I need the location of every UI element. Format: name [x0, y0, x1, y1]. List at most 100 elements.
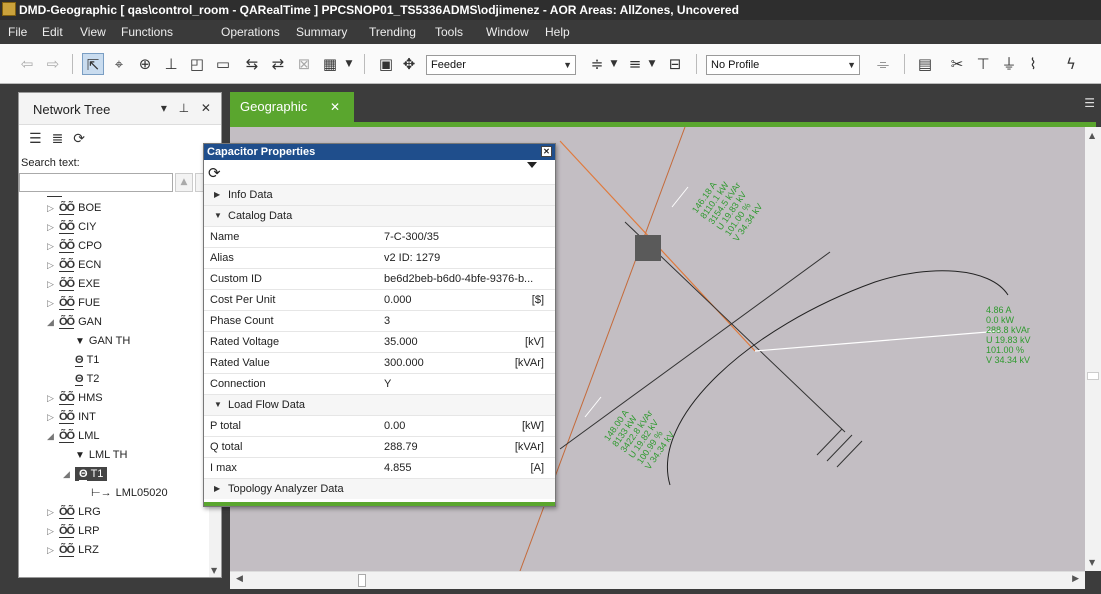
tab-menu-icon[interactable]: ☰ — [1084, 96, 1095, 110]
clear-trace-icon[interactable]: ⊠ — [293, 53, 315, 75]
tree-item[interactable]: ▼ GAN TH — [75, 332, 130, 350]
window-icon[interactable]: ▣ — [376, 53, 396, 75]
earth-icon[interactable]: ⏚ — [998, 53, 1020, 75]
pan-arrows-icon[interactable]: ✥ — [398, 53, 420, 75]
property-row[interactable]: Name 7-C-300/35 — [204, 226, 555, 247]
canvas-vertical-scrollbar[interactable]: ▲ ▼ — [1085, 127, 1101, 571]
fault-icon[interactable]: ϟ — [1060, 53, 1082, 75]
section-topology-analyzer-data[interactable]: ▶ Topology Analyzer Data — [204, 478, 555, 499]
close-icon[interactable]: ✕ — [330, 92, 340, 122]
scroll-down-icon[interactable]: ▼ — [211, 566, 217, 575]
back-arrow-icon[interactable]: ⇦ — [18, 53, 36, 75]
capacitor-symbol[interactable] — [635, 235, 661, 261]
ground-icon[interactable]: ⊤ — [972, 53, 994, 75]
measure-icon[interactable]: ⊥ — [160, 53, 182, 75]
tree-item[interactable]: ▷ ÕÕ CPO — [47, 237, 102, 255]
tree-item[interactable]: ▼ LML TH — [75, 446, 127, 464]
tree-item[interactable]: Θ T2 — [75, 370, 99, 388]
tree-item-selected[interactable]: ◢ Θ T1 — [63, 465, 108, 483]
filter-icon[interactable]: ⌯ — [872, 53, 894, 75]
zoom-icon[interactable]: ⊕ — [134, 53, 156, 75]
switch-symbol-icon[interactable]: ≑ — [586, 53, 608, 75]
menu-window[interactable]: Window — [486, 25, 529, 39]
canvas-horizontal-scrollbar[interactable]: ◀ ▶ — [230, 571, 1085, 589]
layers-icon[interactable]: ▦ — [319, 53, 341, 75]
cut-line-icon[interactable]: ✂ — [946, 53, 968, 75]
disconnect-icon[interactable]: ⊟ — [664, 53, 686, 75]
scrollbar-thumb[interactable] — [358, 574, 366, 587]
scroll-right-icon[interactable]: ▶ — [1072, 574, 1079, 584]
menu-edit[interactable]: Edit — [42, 25, 63, 39]
search-up-button[interactable]: ▲ — [175, 173, 193, 192]
tree-item[interactable]: ▷ ÕÕ LRZ — [47, 541, 99, 559]
property-row[interactable]: Cost Per Unit 0.000 [$] — [204, 289, 555, 310]
lasso-select-icon[interactable]: ◰ — [186, 53, 208, 75]
tree-item[interactable]: ▷ ÕÕ EXE — [47, 275, 100, 293]
bus-dropdown-icon[interactable]: ▼ — [646, 53, 658, 75]
report-icon[interactable]: ▤ — [914, 53, 936, 75]
jumper-icon[interactable]: ⌇ — [1022, 53, 1044, 75]
close-icon[interactable]: ✕ — [541, 146, 552, 157]
section-load-flow-data[interactable]: ▼ Load Flow Data — [204, 394, 555, 415]
property-row[interactable]: Rated Value 300.000 [kVAr] — [204, 352, 555, 373]
menu-view[interactable]: View — [80, 25, 106, 39]
property-row[interactable]: P total 0.00 [kW] — [204, 415, 555, 436]
menu-help[interactable]: Help — [545, 25, 570, 39]
property-row[interactable]: Custom ID be6d2beb-b6d0-4bfe-9376-b... — [204, 268, 555, 289]
trace-source-icon[interactable]: ⇆ — [241, 53, 263, 75]
property-row[interactable]: Phase Count 3 — [204, 310, 555, 331]
feeder-combo[interactable]: Feeder ▼ — [426, 55, 576, 75]
layers-dropdown-icon[interactable]: ▼ — [343, 53, 355, 75]
section-catalog-data[interactable]: ▼ Catalog Data — [204, 205, 555, 226]
network-tree-title: Network Tree — [33, 102, 111, 117]
profile-combo[interactable]: No Profile ▼ — [706, 55, 860, 75]
switch-dropdown-icon[interactable]: ▼ — [608, 53, 620, 75]
scrollbar-thumb[interactable] — [1087, 372, 1099, 380]
tree-item[interactable]: ▷ ÕÕ ECN — [47, 256, 101, 274]
bus-symbol-icon[interactable]: ≡ — [624, 53, 646, 75]
panel-pin-close-icons[interactable]: ▾ ⊥ ✕ — [161, 101, 215, 115]
menu-functions[interactable]: Functions — [121, 25, 173, 39]
scroll-up-icon[interactable]: ▲ — [1089, 131, 1095, 140]
tree-item[interactable]: ⊢→ LML05020 — [91, 484, 168, 502]
substation-icon: ÕÕ — [59, 430, 75, 443]
menu-operations[interactable]: Operations — [221, 25, 280, 39]
tree-item[interactable]: ▷ ÕÕ BOE — [47, 199, 101, 217]
property-row[interactable]: I max 4.855 [A] — [204, 457, 555, 478]
menu-tools[interactable]: Tools — [435, 25, 463, 39]
tab-geographic[interactable]: Geographic ✕ — [230, 92, 354, 122]
trace-downstream-icon[interactable]: ⇄ — [267, 53, 289, 75]
search-label: Search text: — [21, 157, 80, 169]
scroll-down-icon[interactable]: ▼ — [1089, 558, 1095, 567]
tree-item[interactable]: Θ T1 — [75, 351, 99, 369]
menu-file[interactable]: File — [8, 25, 27, 39]
property-row[interactable]: Alias v2 ID: 1279 — [204, 247, 555, 268]
menu-summary[interactable]: Summary — [296, 25, 347, 39]
tree-item[interactable]: ▷ ÕÕ LRG — [47, 503, 101, 521]
menu-trending[interactable]: Trending — [369, 25, 416, 39]
network-tree-tools: ☰ ≣ ⟳ — [29, 131, 95, 147]
dropdown-icon[interactable] — [527, 162, 537, 168]
search-input[interactable] — [19, 173, 173, 192]
select-area-icon[interactable]: ▭ — [212, 53, 234, 75]
tree-item[interactable]: ▷ ÕÕ INT — [47, 408, 96, 426]
scroll-left-icon[interactable]: ◀ — [236, 574, 243, 584]
zoom-region-icon[interactable]: ⌖ — [108, 53, 130, 75]
refresh-icon[interactable]: ⟳ — [208, 164, 221, 182]
collapse-list-icon[interactable]: ☰ — [29, 131, 42, 147]
tree-item[interactable]: ▷ ÕÕ FUE — [47, 294, 100, 312]
tree-item[interactable]: ◢ ÕÕ GAN — [47, 313, 102, 331]
expand-list-icon[interactable]: ≣ — [52, 131, 64, 147]
dialog-title-bar[interactable]: Capacitor Properties ✕ — [204, 144, 555, 160]
tree-item[interactable]: ▷ ÕÕ CIY — [47, 218, 96, 236]
tree-item[interactable]: ◢ ÕÕ LML — [47, 427, 100, 445]
select-pointer-icon[interactable]: ⇱ — [82, 53, 104, 75]
forward-arrow-icon[interactable]: ⇨ — [44, 53, 62, 75]
tree-item[interactable]: ▷ ÕÕ HMS — [47, 389, 103, 407]
property-row[interactable]: Connection Y — [204, 373, 555, 394]
section-info-data[interactable]: ▶ Info Data — [204, 184, 555, 205]
property-row[interactable]: Q total 288.79 [kVAr] — [204, 436, 555, 457]
tree-item[interactable]: ▷ ÕÕ LRP — [47, 522, 100, 540]
property-row[interactable]: Rated Voltage 35.000 [kV] — [204, 331, 555, 352]
refresh-icon[interactable]: ⟳ — [73, 131, 85, 147]
